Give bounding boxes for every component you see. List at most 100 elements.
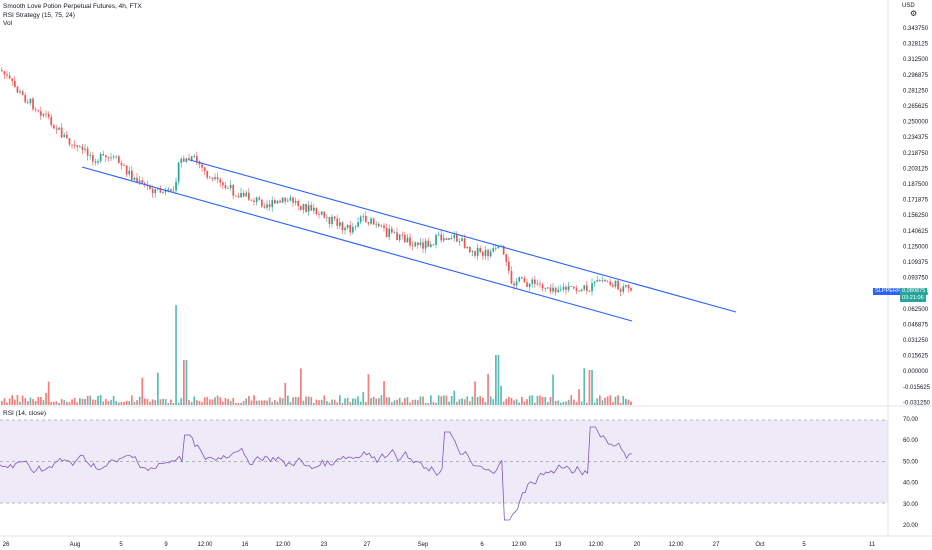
volume-bar <box>469 401 471 405</box>
volume-bar <box>502 401 505 405</box>
candle-body <box>583 285 586 290</box>
descending-channel[interactable] <box>81 159 737 322</box>
candle-body <box>404 234 406 243</box>
candle-body <box>123 165 125 166</box>
volume-bar <box>27 401 29 405</box>
volume-bar <box>526 399 528 405</box>
price-tick-label: 0.109375 <box>903 260 929 266</box>
volume-bar <box>84 399 86 405</box>
candle-body <box>370 218 372 224</box>
candle-body <box>417 242 419 245</box>
candle-body <box>214 177 216 179</box>
volume-bar <box>45 392 47 405</box>
candle-body <box>492 248 495 252</box>
candle-body <box>279 200 281 203</box>
volume-bar <box>29 397 32 405</box>
volume-bar <box>534 402 536 405</box>
price-tick-label: 0.125000 <box>903 244 929 250</box>
price-tick-label: 0.296875 <box>903 73 929 79</box>
volume-bar <box>445 395 448 405</box>
volume-bar <box>448 401 450 405</box>
candle-body <box>27 102 29 104</box>
candle-body <box>266 204 268 208</box>
volume-bar <box>99 395 102 405</box>
time-tick-label: 12:00 <box>275 542 291 548</box>
volume-bar <box>144 398 146 405</box>
price-tick-label: 0.015625 <box>903 354 929 360</box>
candle-body <box>424 240 427 249</box>
volume-bar <box>328 402 331 405</box>
volume-bar <box>107 401 110 405</box>
volume-bar <box>333 399 336 405</box>
candle-body <box>167 189 170 191</box>
volume-bar <box>432 401 435 405</box>
volume-bar <box>55 401 58 405</box>
volume-bar <box>71 399 73 405</box>
candle-body <box>60 127 63 138</box>
candle-body <box>120 163 123 166</box>
volume-bar <box>170 399 172 405</box>
candle-body <box>359 216 362 222</box>
volume-bar <box>79 398 81 405</box>
volume-bar <box>266 400 268 405</box>
volume-bar <box>562 401 565 405</box>
candle-body <box>180 158 183 163</box>
candle-body <box>401 234 404 236</box>
volume-bar <box>344 398 346 405</box>
volume-bar <box>458 399 461 405</box>
volume-bar <box>196 400 198 405</box>
candle-body <box>237 195 240 198</box>
time-axis[interactable]: 26 Aug 5 9 12:00 16 12:00 23 27 Sep 6 12:00 13 12:00 2… <box>0 535 932 548</box>
candle-body <box>474 251 476 256</box>
volume-bar <box>437 395 440 405</box>
candle-body <box>482 252 484 256</box>
volume-bar <box>513 400 515 405</box>
candle-body <box>245 192 248 197</box>
candle-body <box>284 197 287 202</box>
rsi-axis[interactable]: 70.00 60.00 50.00 40.00 30.00 20.00 <box>903 417 919 529</box>
candle-body <box>414 242 417 247</box>
candle-body <box>115 156 118 158</box>
volume-bar <box>482 397 484 405</box>
candle-body <box>14 81 16 87</box>
candle-body <box>604 280 606 282</box>
volume-bar <box>352 398 354 405</box>
strategy-legend[interactable]: RSI Strategy (15, 75, 24) <box>3 12 75 20</box>
candle-body <box>86 148 89 156</box>
candle-body <box>349 224 352 233</box>
price-axis[interactable]: 0.343750 0.328125 0.312500 0.296875 0.281250… <box>887 0 931 536</box>
volume-bar <box>240 402 242 405</box>
volume-bar <box>440 396 443 405</box>
volume-legend[interactable]: Vol <box>3 20 12 28</box>
candle-body <box>341 222 344 231</box>
candle-body <box>40 111 42 116</box>
volume-bar <box>318 400 320 405</box>
candle-body <box>66 134 68 139</box>
volume-bar <box>203 397 206 405</box>
volume-bar <box>435 402 437 405</box>
volume-bar <box>261 400 263 405</box>
candle-body <box>131 170 133 180</box>
volume-bar <box>609 395 612 405</box>
volume-bar <box>154 400 157 405</box>
candle-body <box>627 285 630 289</box>
candle-body <box>16 86 19 93</box>
volume-bar <box>40 397 42 405</box>
candle-body <box>586 285 588 291</box>
chart-canvas[interactable]: 0.343750 0.328125 0.312500 0.296875 0.281250… <box>0 0 932 550</box>
volume-bar <box>320 399 323 405</box>
candle-body <box>469 246 471 253</box>
candle-body <box>81 146 84 150</box>
candle-body <box>406 237 409 243</box>
candle-body <box>593 281 596 284</box>
rsi-legend[interactable]: RSI (14, close) <box>3 410 46 417</box>
volume-bar <box>484 401 487 405</box>
volume-bar <box>612 402 614 405</box>
volume-bars <box>1 305 632 405</box>
volume-bar <box>11 395 14 405</box>
volume-bar <box>406 397 409 405</box>
candle-body <box>484 249 487 256</box>
candle-body <box>534 279 536 284</box>
volume-bar <box>219 397 222 405</box>
settings-icon[interactable]: ⚙ <box>910 9 917 18</box>
